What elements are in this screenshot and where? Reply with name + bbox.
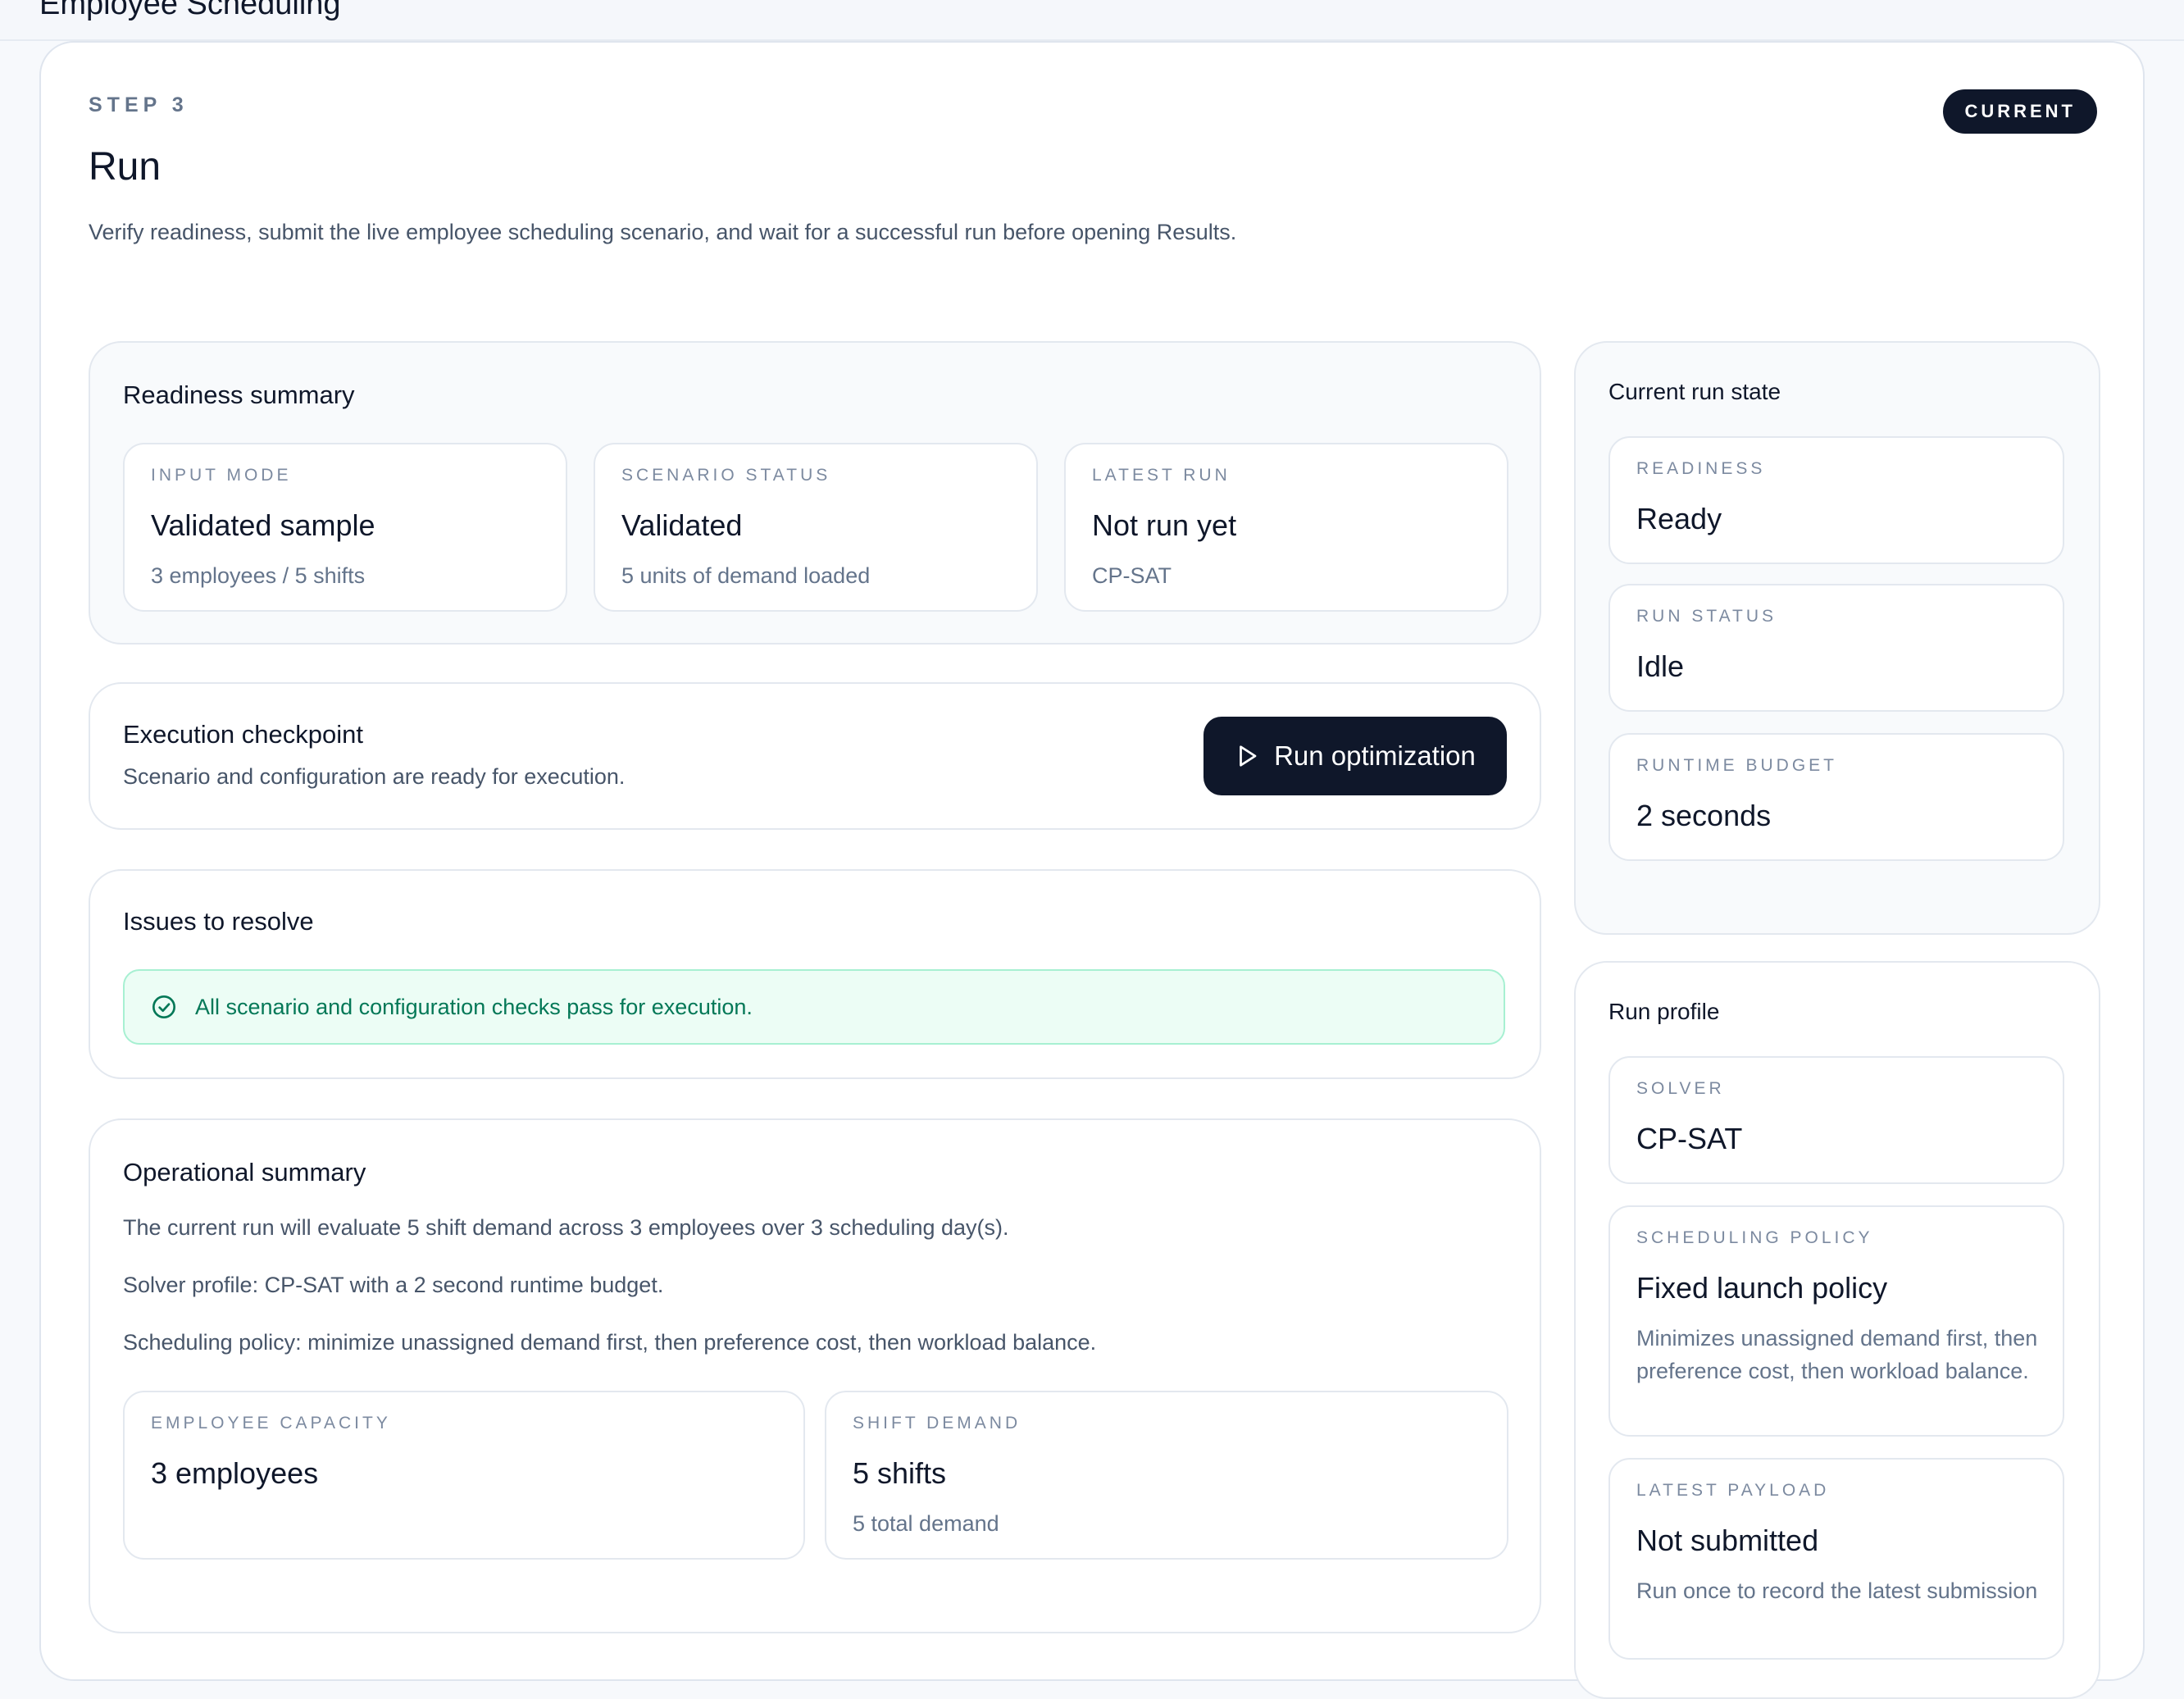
readiness-summary-card: Readiness summary INPUT MODE Validated s…: [89, 341, 1541, 645]
tile-value: 2 seconds: [1636, 799, 1772, 832]
input-mode-tile: INPUT MODE Validated sample 3 employees …: [123, 443, 567, 612]
operational-summary-card: Operational summary The current run will…: [89, 1118, 1541, 1633]
readiness-tile: READINESS Ready: [1608, 436, 2064, 564]
runtime-budget-tile: RUNTIME BUDGET 2 seconds: [1608, 733, 2064, 861]
tile-value: 5 shifts: [853, 1456, 947, 1490]
step-panel: STEP 3 CURRENT Run Verify readiness, sub…: [39, 41, 2145, 1699]
tile-value: Not submitted: [1636, 1524, 1819, 1557]
page-description: Verify readiness, submit the live employ…: [89, 220, 1237, 244]
tile-value: Ready: [1636, 502, 1722, 535]
tile-sub: 3 employees / 5 shifts: [151, 563, 366, 588]
tile-label: LATEST PAYLOAD: [1636, 1481, 1830, 1500]
operational-line: The current run will evaluate 5 shift de…: [123, 1215, 1009, 1240]
execution-checkpoint-message: Scenario and configuration are ready for…: [123, 764, 626, 789]
tile-sub: Minimizes unassigned demand first, then …: [1636, 1326, 2038, 1383]
tile-value: 3 employees: [151, 1456, 319, 1490]
tile-value: CP-SAT: [1636, 1122, 1743, 1155]
issues-card: Issues to resolve All scenario and confi…: [89, 869, 1541, 1079]
tile-value: Validated sample: [151, 508, 375, 542]
tile-value: Not run yet: [1092, 508, 1237, 542]
current-run-state-title: Current run state: [1608, 379, 1781, 404]
step-label: STEP 3: [89, 93, 189, 116]
tile-label: SOLVER: [1636, 1079, 1725, 1098]
top-bar: Employee Scheduling: [0, 0, 2184, 41]
execution-checkpoint-title: Execution checkpoint: [123, 720, 363, 749]
latest-run-tile: LATEST RUN Not run yet CP-SAT: [1064, 443, 1508, 612]
run-optimization-label: Run optimization: [1274, 740, 1476, 771]
play-icon: [1240, 745, 1257, 767]
tile-label: EMPLOYEE CAPACITY: [151, 1414, 391, 1433]
run-profile-title: Run profile: [1608, 999, 1720, 1024]
tile-label: RUN STATUS: [1636, 607, 1777, 626]
check-circle-icon: [152, 995, 175, 1018]
run-profile-card: Run profile SOLVER CP-SAT SCHEDULING POL…: [1574, 961, 2100, 1699]
checks-pass-message: All scenario and configuration checks pa…: [195, 994, 753, 1019]
tile-value: Idle: [1636, 649, 1685, 683]
operational-summary-title: Operational summary: [123, 1158, 366, 1187]
tile-sub: Run once to record the latest submission: [1636, 1578, 2038, 1603]
readiness-summary-title: Readiness summary: [123, 380, 355, 409]
tile-sub: CP-SAT: [1092, 563, 1172, 588]
tile-label: SCHEDULING POLICY: [1636, 1228, 1873, 1247]
tile-label: LATEST RUN: [1092, 466, 1231, 485]
tile-value: Fixed launch policy: [1636, 1271, 1888, 1305]
scenario-status-tile: SCENARIO STATUS Validated 5 units of dem…: [594, 443, 1038, 612]
latest-payload-tile: LATEST PAYLOAD Not submitted Run once to…: [1608, 1458, 2064, 1660]
tile-sub: 5 total demand: [853, 1511, 999, 1536]
tile-label: INPUT MODE: [151, 466, 292, 485]
tile-label: READINESS: [1636, 459, 1766, 478]
shift-demand-tile: SHIFT DEMAND 5 shifts 5 total demand: [825, 1391, 1508, 1560]
tile-label: SHIFT DEMAND: [853, 1414, 1021, 1433]
execution-checkpoint-card: Execution checkpoint Scenario and config…: [89, 682, 1541, 830]
current-badge: CURRENT: [1943, 89, 2097, 134]
current-run-state-card: Current run state READINESS Ready RUN ST…: [1574, 341, 2100, 935]
page-title: Run: [89, 145, 162, 189]
issues-title: Issues to resolve: [123, 907, 314, 936]
operational-line: Solver profile: CP-SAT with a 2 second r…: [123, 1273, 664, 1297]
run-optimization-button[interactable]: Run optimization: [1203, 717, 1507, 795]
run-status-tile: RUN STATUS Idle: [1608, 584, 2064, 712]
app-title: Employee Scheduling: [39, 0, 341, 21]
tile-sub: 5 units of demand loaded: [621, 563, 871, 588]
employee-capacity-tile: EMPLOYEE CAPACITY 3 employees: [123, 1391, 805, 1560]
checks-pass-banner: All scenario and configuration checks pa…: [123, 969, 1505, 1045]
tile-label: SCENARIO STATUS: [621, 466, 831, 485]
tile-label: RUNTIME BUDGET: [1636, 756, 1837, 775]
tile-value: Validated: [621, 508, 743, 542]
solver-tile: SOLVER CP-SAT: [1608, 1056, 2064, 1184]
scheduling-policy-tile: SCHEDULING POLICY Fixed launch policy Mi…: [1608, 1205, 2064, 1437]
operational-line: Scheduling policy: minimize unassigned d…: [123, 1330, 1097, 1355]
